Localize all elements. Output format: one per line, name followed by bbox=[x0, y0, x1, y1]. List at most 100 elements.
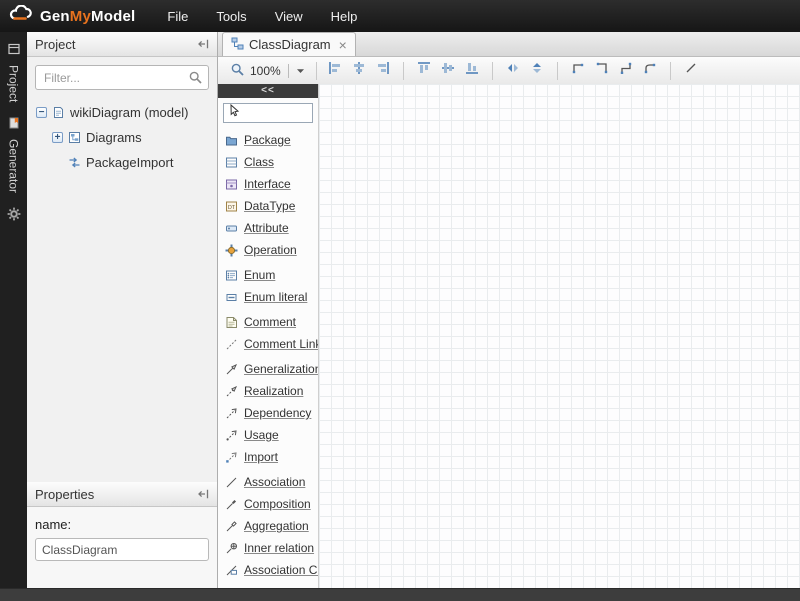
enum-icon bbox=[225, 269, 238, 282]
brand-model: Model bbox=[91, 8, 135, 25]
top-menubar: GenMyModel FileToolsViewHelp bbox=[0, 0, 800, 32]
align-middle-button[interactable] bbox=[437, 60, 459, 82]
palette-item-attribute[interactable]: Attribute bbox=[218, 217, 318, 239]
palette-item-import[interactable]: Import bbox=[218, 446, 318, 468]
project-panel: Project − wikiDiagram (model) + Diagrams… bbox=[27, 32, 218, 482]
palette-item-association[interactable]: Association bbox=[218, 471, 318, 493]
palette-item-label: Enum literal bbox=[244, 290, 307, 304]
palette-item-label: DataType bbox=[244, 199, 295, 213]
side-tab-strip: Project Generator bbox=[0, 32, 27, 588]
route-corner-up-button[interactable] bbox=[567, 60, 589, 82]
side-tab-project[interactable]: Project bbox=[7, 65, 21, 102]
palette-group: Comment Comment Link bbox=[218, 311, 318, 355]
align-right-icon bbox=[376, 61, 390, 80]
generator-tab-icon bbox=[7, 116, 21, 135]
property-name-input[interactable] bbox=[35, 538, 209, 561]
palette-item-dependency[interactable]: Dependency bbox=[218, 402, 318, 424]
route-straight-button[interactable] bbox=[680, 60, 702, 82]
palette-item-enum-literal[interactable]: Enum literal bbox=[218, 286, 318, 308]
flip-horizontal-icon bbox=[506, 61, 520, 80]
import-icon bbox=[225, 451, 238, 464]
palette-item-datatype[interactable]: DT DataType bbox=[218, 195, 318, 217]
align-right-button[interactable] bbox=[372, 60, 394, 82]
comment-link-icon bbox=[225, 338, 238, 351]
route-corner-up-icon bbox=[571, 61, 585, 80]
palette-item-package[interactable]: Package bbox=[218, 129, 318, 151]
palette-item-enum[interactable]: Enum bbox=[218, 264, 318, 286]
aggregation-icon bbox=[225, 520, 238, 533]
pin-icon[interactable] bbox=[197, 38, 209, 50]
settings-gear-icon[interactable] bbox=[7, 207, 21, 226]
generalization-icon bbox=[225, 363, 238, 376]
route-double-elbow-button[interactable] bbox=[615, 60, 637, 82]
tab-label: ClassDiagram bbox=[249, 37, 331, 52]
align-bottom-button[interactable] bbox=[461, 60, 483, 82]
palette-item-association-cl[interactable]: Association Cl... bbox=[218, 559, 318, 581]
tab-bar: ClassDiagram × bbox=[218, 32, 800, 57]
menu-file[interactable]: File bbox=[153, 2, 202, 31]
tree-item-diagrams[interactable]: + Diagrams bbox=[31, 125, 213, 150]
tree-item-wikidiagram-model[interactable]: − wikiDiagram (model) bbox=[31, 100, 213, 125]
package-icon bbox=[225, 134, 238, 147]
palette-item-label: Association Cl... bbox=[244, 563, 319, 577]
properties-body: name: bbox=[27, 507, 217, 571]
tree-item-packageimport[interactable]: PackageImport bbox=[31, 150, 213, 175]
project-tree: − wikiDiagram (model) + Diagrams Package… bbox=[27, 94, 217, 181]
tab-close-icon[interactable]: × bbox=[339, 38, 347, 52]
route-corner-down-button[interactable] bbox=[591, 60, 613, 82]
cloud-logo-icon bbox=[8, 5, 34, 27]
align-center-icon bbox=[352, 61, 366, 80]
menu-view[interactable]: View bbox=[261, 2, 317, 31]
side-tab-generator[interactable]: Generator bbox=[7, 139, 21, 193]
diagram-toolbar: 100% bbox=[218, 57, 800, 85]
toolbar-separator bbox=[316, 62, 317, 80]
palette-item-comment-link[interactable]: Comment Link bbox=[218, 333, 318, 355]
datatype-icon: DT bbox=[225, 200, 238, 213]
palette-item-label: Operation bbox=[244, 243, 297, 257]
palette-item-inner-relation[interactable]: Inner relation bbox=[218, 537, 318, 559]
flip-horizontal-button[interactable] bbox=[502, 60, 524, 82]
palette-item-comment[interactable]: Comment bbox=[218, 311, 318, 333]
usage-icon bbox=[225, 429, 238, 442]
palette-item-usage[interactable]: Usage bbox=[218, 424, 318, 446]
editor-content: << Package Class Interface DT DataType A… bbox=[218, 84, 800, 588]
tree-toggle-icon[interactable]: − bbox=[36, 107, 47, 118]
caret-down-icon[interactable] bbox=[296, 64, 305, 78]
selection-tool[interactable] bbox=[223, 103, 313, 123]
pin-icon[interactable] bbox=[197, 488, 209, 500]
align-top-button[interactable] bbox=[413, 60, 435, 82]
palette-item-operation[interactable]: Operation bbox=[218, 239, 318, 261]
align-top-icon bbox=[417, 61, 431, 80]
palette-item-aggregation[interactable]: Aggregation bbox=[218, 515, 318, 537]
align-left-button[interactable] bbox=[324, 60, 346, 82]
tab-classdiagram[interactable]: ClassDiagram × bbox=[222, 32, 356, 56]
palette-item-realization[interactable]: Realization bbox=[218, 380, 318, 402]
route-curved-button[interactable] bbox=[639, 60, 661, 82]
align-center-button[interactable] bbox=[348, 60, 370, 82]
zoom-control[interactable]: 100% bbox=[226, 60, 309, 82]
property-label: name: bbox=[35, 517, 209, 532]
filter-input[interactable] bbox=[35, 65, 209, 90]
palette-item-label: Dependency bbox=[244, 406, 311, 420]
comment-icon bbox=[225, 316, 238, 329]
palette-item-label: Generalization bbox=[244, 362, 319, 376]
palette-item-interface[interactable]: Interface bbox=[218, 173, 318, 195]
filter-row bbox=[27, 57, 217, 94]
palette-item-generalization[interactable]: Generalization bbox=[218, 358, 318, 380]
zoom-icon bbox=[230, 62, 245, 80]
properties-panel: Properties name: bbox=[27, 482, 218, 588]
menu-help[interactable]: Help bbox=[317, 2, 372, 31]
flip-vertical-button[interactable] bbox=[526, 60, 548, 82]
project-tab-icon bbox=[7, 42, 21, 61]
diagram-canvas[interactable] bbox=[319, 84, 800, 588]
palette-item-class[interactable]: Class bbox=[218, 151, 318, 173]
association-class-icon bbox=[225, 564, 238, 577]
palette-item-composition[interactable]: Composition bbox=[218, 493, 318, 515]
menu-tools[interactable]: Tools bbox=[202, 2, 260, 31]
svg-text:DT: DT bbox=[228, 205, 236, 211]
tree-toggle-icon[interactable]: + bbox=[52, 132, 63, 143]
zoom-value: 100% bbox=[250, 64, 281, 78]
palette-group: Association Composition Aggregation Inne… bbox=[218, 471, 318, 581]
palette-item-label: Aggregation bbox=[244, 519, 309, 533]
palette-collapse-button[interactable]: << bbox=[218, 84, 318, 98]
